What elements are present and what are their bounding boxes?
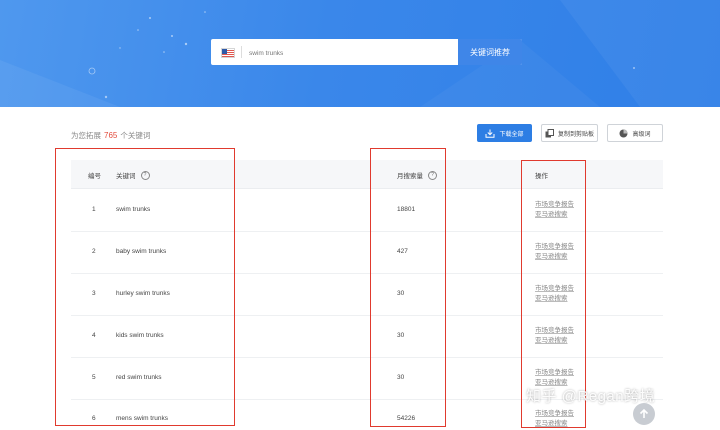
row-number: 4 xyxy=(92,332,96,339)
hero-banner: 关键词推荐 xyxy=(0,0,720,107)
market-report-link[interactable]: 市场竞争报告 xyxy=(535,284,574,294)
row-number: 2 xyxy=(92,248,96,255)
row-actions: 市场竞争报告 亚马逊搜索 xyxy=(535,326,574,346)
copy-icon xyxy=(545,128,554,137)
row-volume: 30 xyxy=(397,374,405,381)
row-keyword: kids swim trunks xyxy=(116,332,164,339)
copy-label: 复制到剪贴板 xyxy=(557,131,594,138)
download-all-button[interactable]: 下载全部 xyxy=(477,124,532,142)
row-actions: 市场竞争报告 亚马逊搜索 xyxy=(535,242,574,262)
header-num: 编号 xyxy=(88,173,101,180)
row-actions: 市场竞争报告 亚马逊搜索 xyxy=(535,409,574,429)
table-row: 2 baby swim trunks 427 市场竞争报告 亚马逊搜索 xyxy=(71,231,663,274)
row-keyword: red swim trunks xyxy=(116,374,162,381)
market-report-link[interactable]: 市场竞争报告 xyxy=(535,200,574,210)
arrow-up-icon xyxy=(639,409,649,418)
row-actions: 市场竞争报告 亚马逊搜索 xyxy=(535,284,574,304)
amazon-search-link[interactable]: 亚马逊搜索 xyxy=(535,336,574,346)
market-report-link[interactable]: 市场竞争报告 xyxy=(535,242,574,252)
header-keyword: 关键词 ? xyxy=(116,170,150,180)
amazon-search-link[interactable]: 亚马逊搜索 xyxy=(535,419,574,429)
row-number: 6 xyxy=(92,415,96,422)
row-volume: 427 xyxy=(397,248,408,255)
market-report-link[interactable]: 市场竞争报告 xyxy=(535,326,574,336)
row-number: 1 xyxy=(92,206,96,213)
result-summary: 为您拓展 765 个关键词 xyxy=(71,130,150,141)
copy-clipboard-button[interactable]: 复制到剪贴板 xyxy=(541,124,598,142)
us-flag-icon[interactable] xyxy=(221,48,235,58)
download-icon xyxy=(485,129,495,138)
watermark: 知乎 @Regan跨境 xyxy=(526,388,656,405)
keyword-count: 765 xyxy=(104,131,118,140)
row-keyword: hurley swim trunks xyxy=(116,290,170,297)
search-box: 关键词推荐 xyxy=(211,39,522,65)
table-header: 编号 关键词 ? 月搜索量 ? 操作 xyxy=(71,160,663,189)
advanced-label: 高级词 xyxy=(632,131,651,138)
row-volume: 54226 xyxy=(397,415,416,422)
pie-chart-icon xyxy=(619,129,628,137)
download-label: 下载全部 xyxy=(499,131,524,138)
table-row: 4 kids swim trunks 30 市场竞争报告 亚马逊搜索 xyxy=(71,315,663,358)
amazon-search-link[interactable]: 亚马逊搜索 xyxy=(535,294,574,304)
header-ops: 操作 xyxy=(535,173,548,180)
row-keyword: swim trunks xyxy=(116,206,151,213)
table-row: 3 hurley swim trunks 30 市场竞争报告 亚马逊搜索 xyxy=(71,273,663,316)
header-volume: 月搜索量 ? xyxy=(397,170,437,180)
row-actions: 市场竞争报告 亚马逊搜索 xyxy=(535,200,574,220)
row-volume: 30 xyxy=(397,332,405,339)
row-number: 5 xyxy=(92,374,96,381)
keyword-recommend-button[interactable]: 关键词推荐 xyxy=(458,39,522,65)
help-icon[interactable]: ? xyxy=(140,170,150,180)
advanced-keywords-button[interactable]: 高级词 xyxy=(607,124,663,142)
row-keyword: mens swim trunks xyxy=(116,415,169,422)
search-input[interactable] xyxy=(247,43,456,63)
row-volume: 18801 xyxy=(397,206,416,213)
table-row: 1 swim trunks 18801 市场竞争报告 亚马逊搜索 xyxy=(71,189,663,232)
summary-suffix: 个关键词 xyxy=(120,131,151,140)
back-to-top-button[interactable] xyxy=(633,403,655,425)
row-keyword: baby swim trunks xyxy=(116,248,167,255)
help-icon[interactable]: ? xyxy=(428,170,437,180)
row-volume: 30 xyxy=(397,290,405,297)
summary-prefix: 为您拓展 xyxy=(71,131,101,140)
row-number: 3 xyxy=(92,290,96,297)
amazon-search-link[interactable]: 亚马逊搜索 xyxy=(535,252,574,262)
amazon-search-link[interactable]: 亚马逊搜索 xyxy=(535,210,574,220)
market-report-link[interactable]: 市场竞争报告 xyxy=(535,409,574,419)
market-report-link[interactable]: 市场竞争报告 xyxy=(535,368,574,378)
divider xyxy=(241,46,242,58)
